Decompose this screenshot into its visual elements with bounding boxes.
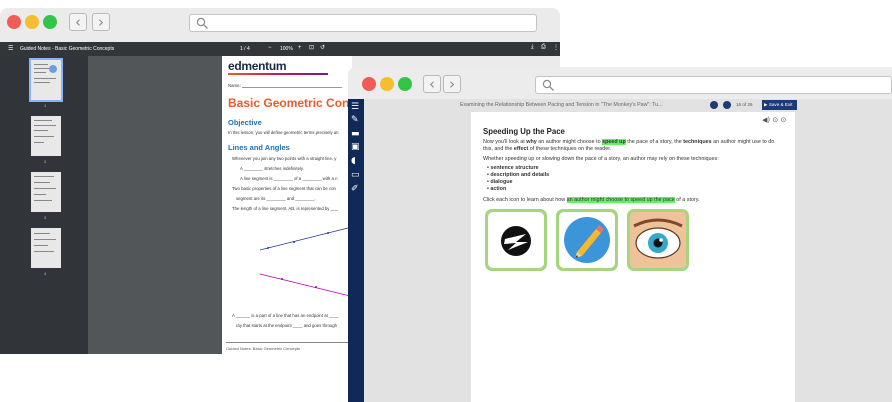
lines-heading: Lines and Angles [228,143,290,152]
prev-page-button[interactable] [710,101,718,109]
back-button[interactable]: ‹ [423,75,441,93]
technique-item-1: • sentence structure [487,165,539,171]
lesson-sidebar: ☰ ✎ ▬ ▣ ◖ ▭ ✐ [348,99,364,402]
content-heading: Speeding Up the Pace [483,127,565,136]
name-line [242,87,342,88]
minimize-dot[interactable] [25,15,39,29]
footer-rule [226,342,352,343]
paragraph-4: Click each icon to learn about how an au… [483,197,700,203]
page-title: Basic Geometric Con [228,96,350,110]
address-bar[interactable] [189,14,537,32]
page-footer: Guided Notes: Basic Geometric Concepts [226,346,301,351]
line-diagram [259,227,349,251]
objective-text: In this lesson, you will define geometri… [228,130,339,135]
thumbnail-number-2: 2 [44,159,47,164]
fit-page-icon[interactable]: ⊡ [309,44,314,51]
ray-diagram [259,273,351,297]
thumbnail-pane: 1 2 3 4 [0,56,88,354]
audio-icon[interactable]: ◖ [351,156,356,166]
pdf-toolbar: ☰ Guided Notes - Basic Geometric Concept… [0,42,560,56]
replay-icon[interactable]: ⊙ [772,116,778,124]
icon-card-pencil[interactable] [556,209,618,271]
rotate-icon[interactable]: ↺ [320,44,325,51]
thumbnail-page-4[interactable] [31,228,61,268]
bullet-2: Two basic properties of a line segment t… [232,186,336,191]
search-icon [196,17,208,29]
highlight-speed-up: speed up [602,139,626,145]
more-icon[interactable]: ⋮ [553,44,559,51]
bullet-1: Whenever you join any two points with a … [232,156,337,161]
thumbnail-number-3: 3 [44,215,47,220]
technique-item-2: • description and details [487,172,550,178]
download-icon[interactable]: ⤓ [531,44,534,51]
highlight-speed-up-pace: an author might choose to speed up the p… [566,197,675,203]
paragraph-2: this, and the effect of these techniques… [483,146,612,152]
highlighter-icon[interactable]: ✐ [351,184,359,194]
speed-swoosh-icon [501,226,531,256]
pdf-doc-title: Guided Notes - Basic Geometric Concepts [20,46,115,52]
zoom-out-button[interactable]: − [268,45,272,51]
lesson-title: Examining the Relationship Between Pacin… [460,102,663,108]
save-exit-button[interactable]: ▶ Save & Exit [762,100,797,110]
paragraph-3: Whether speeding up or slowing down the … [483,156,719,162]
bullet-3: The length of a line segment, AB, is rep… [232,206,338,211]
address-bar[interactable] [535,76,892,94]
icon-card-speed[interactable] [485,209,547,271]
save-exit-label: Save & Exit [768,102,793,107]
chat-icon[interactable]: ▭ [351,170,360,180]
thumbnail-page-3[interactable] [31,172,61,212]
minimize-dot[interactable] [380,77,394,91]
wide-eye-icon [630,212,686,268]
forward-button[interactable]: › [443,75,461,93]
page-indicator[interactable]: 1 / 4 [240,46,250,52]
maximize-dot[interactable] [43,15,57,29]
thumbnail-number-1: 1 [44,103,47,108]
pencil-icon [564,217,610,263]
pdf-page: edmentum Name: Basic Geometric Con Objec… [222,56,352,354]
bullet-4b: ray that starts at the endpoint ____ and… [236,323,338,328]
menu-icon[interactable]: ☰ [8,45,13,52]
list-icon[interactable]: ☰ [351,102,359,112]
page-counter: 16 of 26 [736,102,753,107]
paragraph-1: Now you'll look at why an author might c… [483,139,775,145]
audio-controls: ◀) ⊙ ⊙ [762,116,786,124]
edit-icon[interactable]: ✎ [351,115,359,125]
calculator-icon[interactable]: ▣ [351,142,360,152]
search-icon [542,79,554,91]
bullet-4: A ______ is a part of a line that has an… [232,313,339,318]
next-page-button[interactable] [723,101,731,109]
close-dot[interactable] [7,15,21,29]
technique-item-4: • action [487,186,507,192]
thumbnail-page-1[interactable] [29,58,63,102]
brand-underline [228,73,328,75]
objective-heading: Objective [228,118,262,127]
name-label: Name: [228,83,241,88]
thumbnail-page-2[interactable] [31,116,61,156]
speaker-icon[interactable]: ◀) [762,116,770,124]
back-button[interactable]: ‹ [69,13,87,31]
print-icon[interactable]: ⎙ [541,44,546,51]
forward-button[interactable]: › [92,13,110,31]
icon-card-eye[interactable] [627,209,689,271]
play-icon[interactable]: ⊙ [780,116,786,124]
bullet-2b: segment are its ________ and ________. [236,196,316,201]
maximize-dot[interactable] [398,77,412,91]
technique-item-3: • dialogue [487,179,513,185]
pdf-canvas [88,56,200,354]
sub-bullet-2: A line segment is ________ of a ________… [240,176,338,181]
zoom-level[interactable]: 100% [280,46,293,52]
folder-icon[interactable]: ▬ [351,129,360,139]
thumbnail-number-4: 4 [44,271,47,276]
pdf-canvas-right [200,56,222,354]
close-dot[interactable] [362,77,376,91]
brand-logo: edmentum [228,59,287,73]
zoom-in-button[interactable]: + [298,45,302,51]
sub-bullet-1: A ________ stretches indefinitely. [240,166,304,171]
